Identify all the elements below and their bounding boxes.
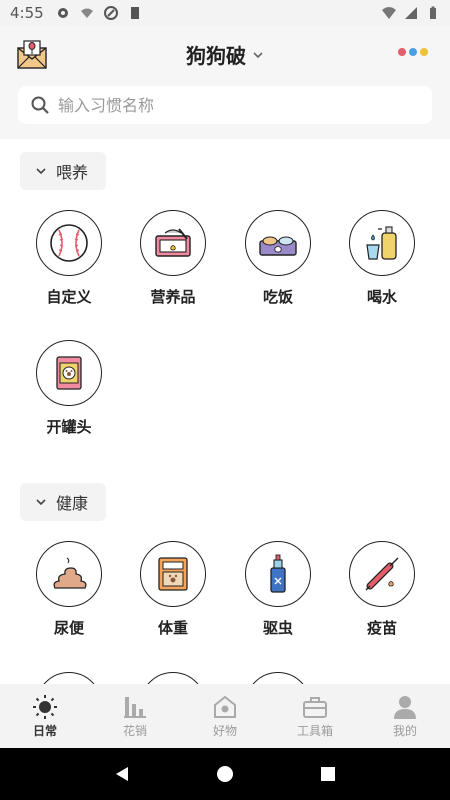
tab-label: 我的 (392, 723, 417, 738)
settings-icon (57, 8, 68, 18)
habit-list[interactable]: 喂养 自定义 营养品 吃饭 喝水 开罐头 健康 尿便 体重 驱虫 疫苗 (0, 139, 450, 684)
tab-label: 好物 (212, 723, 237, 738)
app-header: 狗狗破 (0, 26, 450, 139)
nutrition-can-icon (155, 228, 191, 257)
menu-dot-blue (409, 48, 417, 56)
habit-icon-circle (36, 340, 102, 406)
status-bar: 4:55 (0, 0, 450, 26)
sd-card-icon (130, 7, 139, 19)
vaccine-syringe-icon (365, 557, 399, 591)
poop-icon (53, 557, 87, 589)
habit-label: 体重 (157, 619, 188, 637)
habit-item-weight[interactable]: 体重 (121, 541, 225, 638)
signal-icon (405, 7, 417, 19)
habit-item-eat[interactable]: 吃饭 (226, 210, 330, 307)
section-feeding-toggle[interactable]: 喂养 (20, 152, 106, 190)
habit-label: 开罐头 (46, 418, 92, 436)
water-bottle-icon (366, 226, 397, 260)
tab-label: 日常 (32, 723, 57, 738)
habit-icon-circle (140, 210, 206, 276)
tab-label: 花销 (122, 723, 147, 738)
tab-toolbox[interactable]: 工具箱 (270, 684, 360, 748)
pet-house-icon (214, 695, 236, 718)
more-menu-button[interactable] (398, 48, 428, 56)
canned-food-icon (56, 356, 82, 390)
wifi-off-icon (80, 8, 93, 18)
tab-profile[interactable]: 我的 (360, 684, 450, 748)
chevron-down-icon (253, 51, 263, 58)
status-time: 4:55 (10, 4, 44, 22)
tab-daily[interactable]: 日常 (0, 684, 90, 748)
food-bowl-icon (259, 236, 297, 256)
tab-expenses[interactable]: 花销 (90, 684, 180, 748)
habit-item-drink[interactable]: 喝水 (330, 210, 434, 307)
habit-label: 驱虫 (262, 619, 293, 637)
habit-item-nutrition[interactable]: 营养品 (121, 210, 225, 307)
chevron-down-icon (36, 499, 46, 506)
habit-item-open-can[interactable]: 开罐头 (17, 340, 121, 437)
data-saver-icon (103, 6, 118, 20)
habit-icon-circle (349, 541, 415, 607)
habit-icon-circle-partial[interactable] (36, 672, 102, 684)
deworm-spray-icon (270, 554, 286, 593)
habit-item-deworm[interactable]: 驱虫 (226, 541, 330, 638)
recents-icon[interactable] (319, 765, 337, 783)
habit-icon-circle-partial[interactable] (245, 672, 311, 684)
title-dropdown[interactable]: 狗狗破 (0, 40, 450, 69)
habit-icon-circle (245, 210, 311, 276)
habit-label: 营养品 (150, 288, 196, 306)
page-title: 狗狗破 (186, 44, 246, 68)
habit-item-vaccine[interactable]: 疫苗 (330, 541, 434, 638)
sun-icon (33, 694, 57, 719)
user-icon (394, 695, 416, 719)
search-input[interactable] (58, 95, 398, 115)
habit-label: 喝水 (366, 288, 397, 306)
habit-icon-circle (140, 541, 206, 607)
habit-label: 自定义 (46, 288, 92, 306)
habit-icon-circle (349, 210, 415, 276)
baseball-icon (50, 224, 88, 262)
toolbox-icon (303, 696, 327, 718)
habit-icon-circle (245, 541, 311, 607)
habit-label: 吃饭 (262, 288, 293, 306)
tab-label: 工具箱 (296, 723, 333, 738)
section-label: 健康 (56, 494, 89, 513)
back-icon[interactable] (113, 765, 131, 783)
home-icon[interactable] (216, 765, 234, 783)
search-bar[interactable] (18, 86, 432, 124)
battery-icon (430, 6, 436, 19)
weight-scale-icon (158, 557, 188, 591)
section-label: 喂养 (56, 163, 89, 182)
system-nav-bar (0, 748, 450, 800)
tab-goods[interactable]: 好物 (180, 684, 270, 748)
search-icon (31, 96, 49, 114)
menu-dot-red (398, 48, 406, 56)
habit-label: 尿便 (53, 619, 84, 637)
section-health-toggle[interactable]: 健康 (20, 483, 106, 521)
habit-item-toilet[interactable]: 尿便 (17, 541, 121, 638)
bottom-tab-bar: 日常 花销 好物 工具箱 我的 (0, 684, 450, 748)
habit-icon-circle-partial[interactable] (140, 672, 206, 684)
wifi-icon (382, 7, 396, 19)
habit-label: 疫苗 (366, 619, 397, 637)
habit-icon-circle (36, 541, 102, 607)
habit-icon-circle (36, 210, 102, 276)
habit-item-custom[interactable]: 自定义 (17, 210, 121, 307)
bar-chart-icon (124, 696, 146, 718)
chevron-down-icon (36, 168, 46, 175)
menu-dot-yellow (420, 48, 428, 56)
